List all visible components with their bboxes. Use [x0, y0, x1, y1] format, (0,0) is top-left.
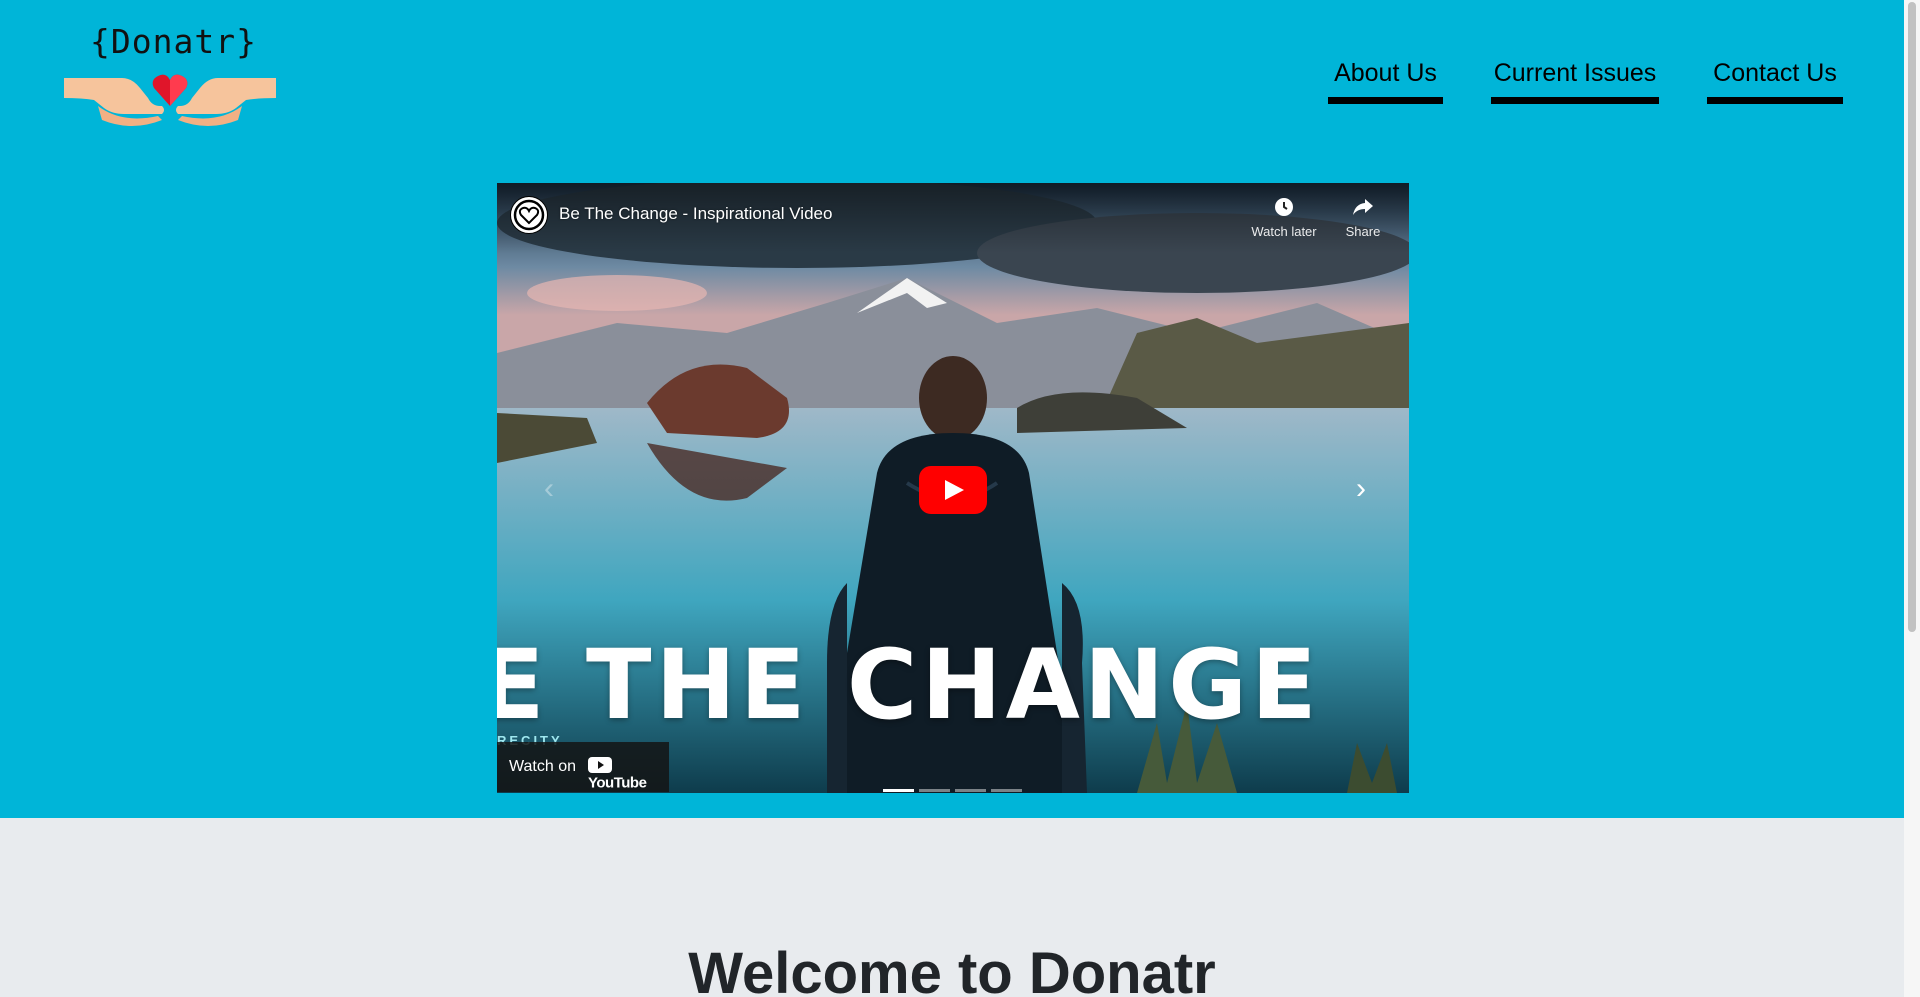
carousel-indicator-4[interactable] — [991, 789, 1022, 792]
main-nav: About Us Current Issues Contact Us — [0, 56, 1904, 106]
youtube-play-icon — [588, 757, 612, 773]
nav-about-us[interactable]: About Us — [1328, 56, 1443, 104]
watch-on-youtube-button[interactable]: Watch on YouTube — [497, 742, 669, 792]
carousel-prev-control[interactable]: ‹ — [534, 469, 564, 509]
carousel-indicator-2[interactable] — [919, 789, 950, 792]
welcome-heading: Welcome to Donatr — [688, 941, 1216, 997]
carousel-indicator-1[interactable] — [883, 789, 914, 792]
page-scrollbar[interactable] — [1904, 0, 1920, 997]
hero-section: {Donatr} About Us Current Issues Contact… — [0, 0, 1904, 818]
scrollbar-thumb[interactable] — [1908, 2, 1916, 632]
video-carousel[interactable]: Be The Change - Inspirational Video Watc… — [497, 183, 1409, 793]
page: {Donatr} About Us Current Issues Contact… — [0, 0, 1904, 997]
nav-contact-us[interactable]: Contact Us — [1707, 56, 1843, 104]
channel-avatar[interactable] — [510, 196, 548, 234]
video-overlay-text: E THE CHANGE — [497, 629, 1321, 741]
watch-later-label: Watch later — [1251, 224, 1317, 239]
clock-icon — [1275, 198, 1293, 216]
share-arrow-icon — [1353, 199, 1373, 215]
share-label: Share — [1345, 224, 1381, 239]
share-button[interactable]: Share — [1323, 197, 1403, 239]
carousel-next-control[interactable]: › — [1346, 469, 1376, 509]
video-title[interactable]: Be The Change - Inspirational Video — [559, 204, 832, 224]
nav-current-issues[interactable]: Current Issues — [1491, 56, 1659, 104]
youtube-logo: YouTube — [588, 756, 669, 792]
carousel-indicator-3[interactable] — [955, 789, 986, 792]
heart-globe-icon — [513, 199, 545, 231]
watch-later-button[interactable]: Watch later — [1244, 197, 1324, 239]
play-button[interactable] — [919, 466, 987, 514]
chevron-right-icon: › — [1356, 472, 1366, 505]
chevron-left-icon: ‹ — [544, 472, 554, 505]
watch-on-label: Watch on — [509, 758, 576, 775]
youtube-wordmark: YouTube — [588, 774, 647, 792]
